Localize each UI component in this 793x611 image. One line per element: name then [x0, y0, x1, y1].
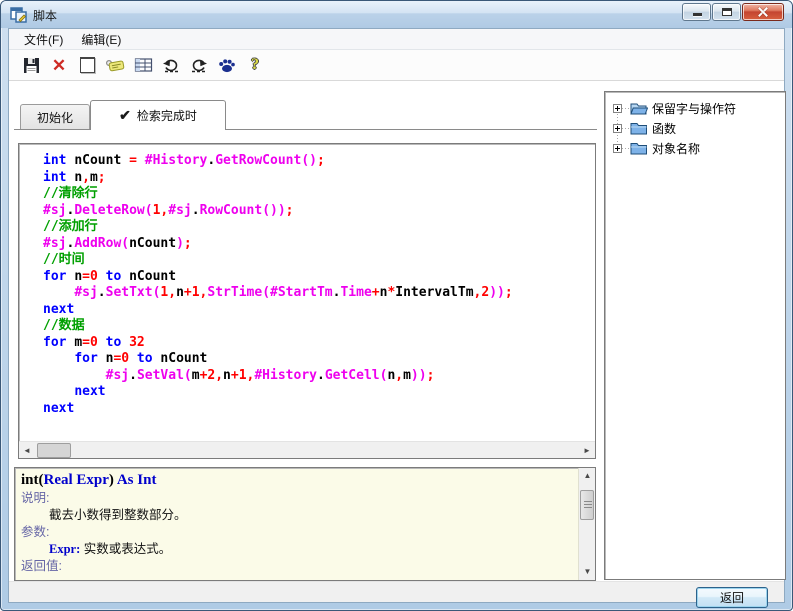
code-line: //数据 [43, 318, 591, 335]
toolbar: ✕ [9, 50, 784, 81]
return-button[interactable]: 返回 [696, 587, 768, 608]
paw-icon [217, 57, 237, 74]
scroll-up-button[interactable]: ▲ [579, 468, 596, 484]
minimize-icon [693, 13, 702, 16]
tree-item-object-names[interactable]: 对象名称 [611, 138, 783, 158]
help-button[interactable]: ? [241, 53, 269, 77]
undo-button[interactable] [157, 53, 185, 77]
scroll-right-button[interactable]: ► [579, 442, 595, 459]
code-line: #sj.SetVal(m+2,n+1,#History.GetCell(n,m)… [43, 368, 591, 385]
code-line: next [43, 384, 591, 401]
menu-edit[interactable]: 编辑(E) [72, 29, 130, 50]
save-icon [22, 56, 41, 75]
tag-button[interactable] [101, 53, 129, 77]
close-icon [757, 6, 769, 18]
tree-item-reserved-words[interactable]: 保留字与操作符 [611, 98, 783, 118]
tree-connector [622, 108, 629, 109]
help-desc-text: 截去小数得到整数部分。 [21, 507, 572, 524]
redo-icon [189, 57, 209, 74]
tab-initialize-label: 初始化 [37, 109, 73, 126]
window-title: 脚本 [33, 7, 57, 24]
horizontal-scrollbar-thumb[interactable] [37, 443, 71, 458]
help-params-label: 参数: [21, 524, 572, 541]
tree-panel: 保留字与操作符 函数 [604, 91, 786, 580]
undo-icon [161, 57, 181, 74]
expand-plus-icon[interactable] [613, 124, 622, 133]
script-dialog-window: 脚本 文件(F) 编辑(E) [0, 0, 793, 611]
footer-bar: 返回 [9, 581, 784, 602]
code-line: #sj.DeleteRow(1,#sj.RowCount()); [43, 203, 591, 220]
code-line: #sj.SetTxt(1,n+1,StrTime(#StartTm.Time+n… [43, 285, 591, 302]
code-line: int nCount = #History.GetRowCount(); [43, 153, 591, 170]
code-line: //时间 [43, 252, 591, 269]
redo-button[interactable] [185, 53, 213, 77]
help-panel: int(Real Expr) As Int 说明: 截去小数得到整数部分。 参数… [14, 467, 596, 581]
code-line: //清除行 [43, 186, 591, 203]
help-return-label: 返回值: [21, 558, 572, 575]
code-line: #sj.AddRow(nCount); [43, 236, 591, 253]
paw-button[interactable] [213, 53, 241, 77]
check-icon: ✔ [119, 107, 131, 124]
help-param-name: Expr: [49, 542, 80, 556]
maximize-icon [722, 8, 732, 16]
vertical-scrollbar[interactable]: ▲ ▼ [578, 468, 595, 580]
help-param-desc: 实数或表达式。 [80, 542, 171, 556]
tree-connector [622, 148, 629, 149]
minimize-button[interactable] [682, 3, 711, 21]
tag-icon [105, 57, 125, 73]
code-line: for n=0 to nCount [43, 269, 591, 286]
closed-folder-icon [630, 121, 648, 135]
help-desc-label: 说明: [21, 490, 572, 507]
code-line: for n=0 to nCount [43, 351, 591, 368]
new-form-icon [80, 57, 95, 73]
open-folder-icon [630, 101, 648, 115]
help-content: int(Real Expr) As Int 说明: 截去小数得到整数部分。 参数… [15, 468, 578, 580]
new-button[interactable] [73, 53, 101, 77]
help-icon: ? [251, 56, 259, 74]
delete-button[interactable]: ✕ [45, 53, 73, 77]
code-line: next [43, 401, 591, 418]
horizontal-scrollbar[interactable]: ◄ ► [19, 441, 595, 458]
scroll-left-button[interactable]: ◄ [19, 442, 35, 459]
tree-item-label: 对象名称 [652, 140, 700, 157]
code-line: int n,m; [43, 170, 591, 187]
closed-folder-icon [630, 141, 648, 155]
client-area: 文件(F) 编辑(E) ✕ [8, 28, 785, 603]
code-line: for m=0 to 32 [43, 335, 591, 352]
tree-item-label: 保留字与操作符 [652, 100, 736, 117]
tree-item-label: 函数 [652, 120, 676, 137]
title-bar[interactable]: 脚本 [1, 1, 792, 28]
maximize-button[interactable] [712, 3, 741, 21]
vertical-scrollbar-thumb[interactable] [580, 490, 594, 520]
return-button-label: 返回 [720, 589, 744, 606]
code-line: //添加行 [43, 219, 591, 236]
tree-item-functions[interactable]: 函数 [611, 118, 783, 138]
expand-plus-icon[interactable] [613, 104, 622, 113]
table-button[interactable] [129, 53, 157, 77]
tab-initialize[interactable]: 初始化 [20, 104, 90, 129]
help-signature: int(Real Expr) As Int [21, 471, 572, 490]
tab-on-search-complete-label: 检索完成时 [137, 107, 197, 124]
close-button[interactable] [742, 3, 784, 21]
app-icon [10, 6, 27, 23]
main-area: 初始化 ✔ 检索完成时 int nCount = #History.GetRow… [9, 82, 784, 602]
tree-connector [622, 128, 629, 129]
delete-icon: ✕ [52, 57, 66, 74]
menu-file[interactable]: 文件(F) [15, 29, 72, 50]
thumb-grip [584, 501, 592, 510]
code-editor[interactable]: int nCount = #History.GetRowCount();int … [18, 143, 596, 459]
save-button[interactable] [17, 53, 45, 77]
scroll-down-button[interactable]: ▼ [579, 564, 596, 580]
code-content[interactable]: int nCount = #History.GetRowCount();int … [19, 144, 595, 441]
tree-rows: 保留字与操作符 函数 [611, 98, 783, 158]
tab-on-search-complete[interactable]: ✔ 检索完成时 [90, 100, 226, 130]
table-icon [134, 57, 153, 73]
code-line: next [43, 302, 591, 319]
expand-plus-icon[interactable] [613, 144, 622, 153]
menu-bar: 文件(F) 编辑(E) [9, 29, 784, 50]
help-param-line: Expr: 实数或表达式。 [21, 541, 572, 558]
